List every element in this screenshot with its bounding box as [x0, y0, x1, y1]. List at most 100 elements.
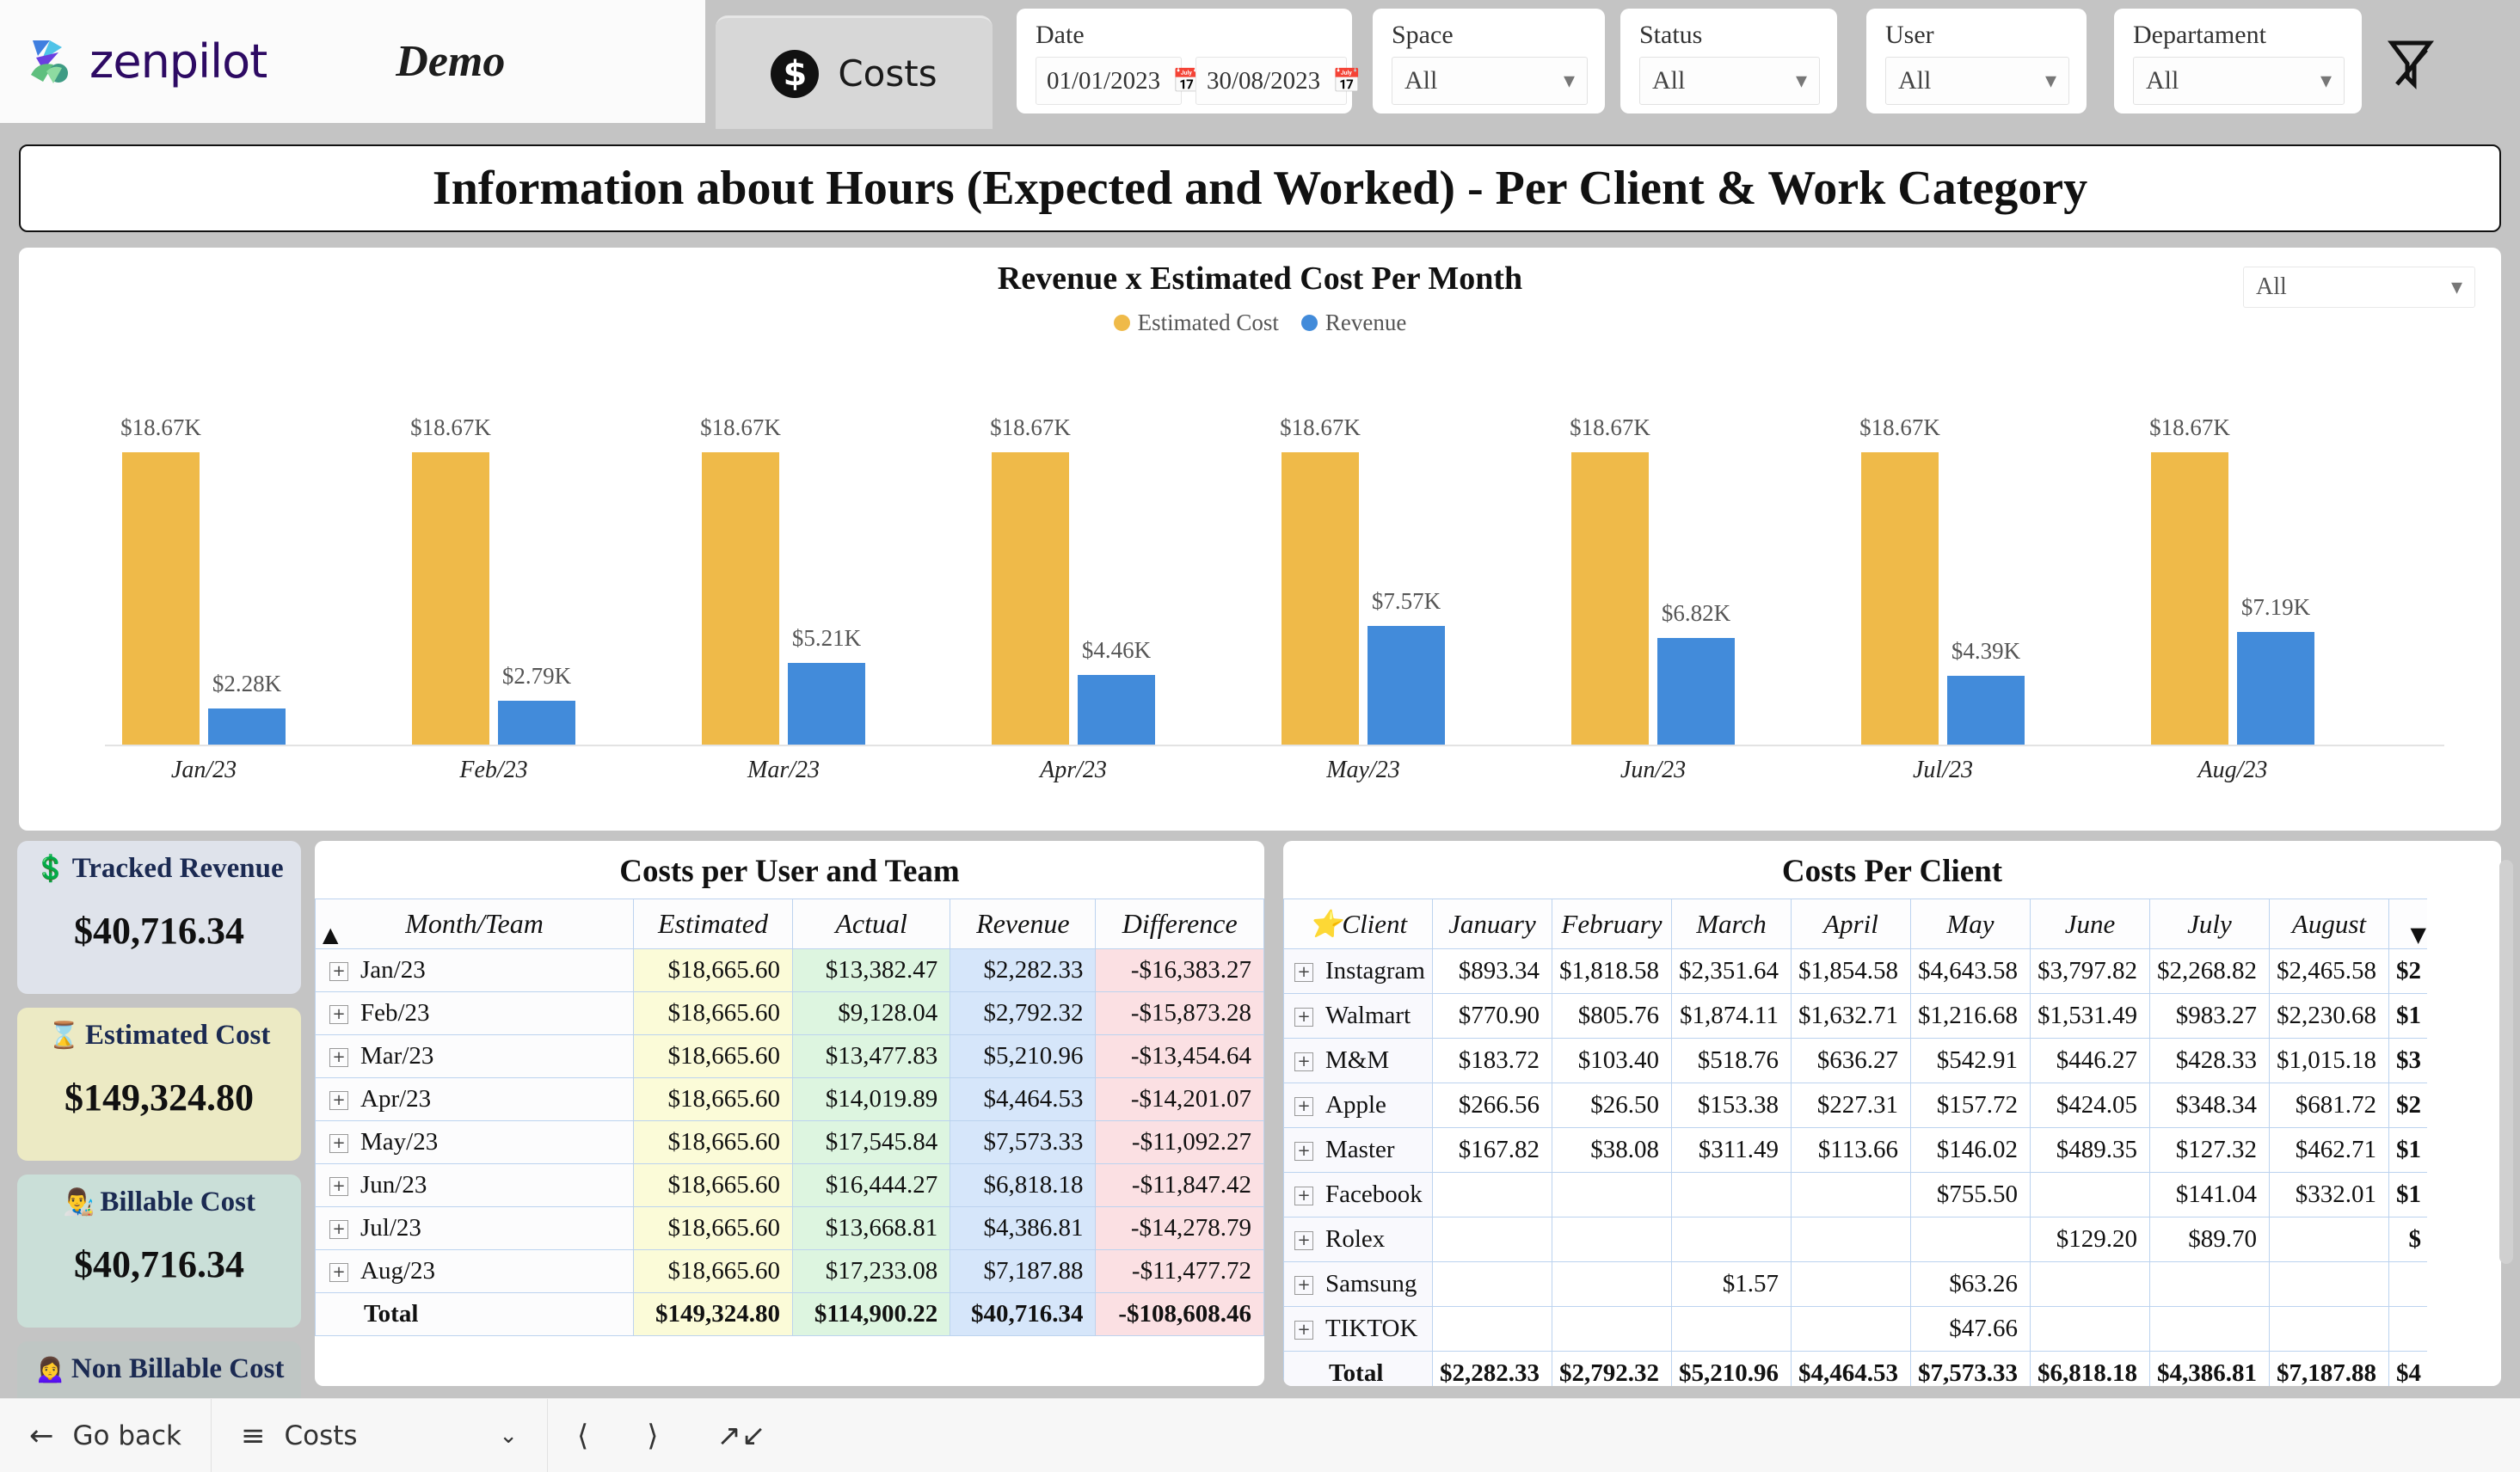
- chart-filter-select[interactable]: All ▾: [2243, 267, 2475, 308]
- bar-revenue[interactable]: $4.39K: [1947, 638, 2025, 745]
- bar-revenue[interactable]: $7.19K: [2237, 594, 2314, 745]
- clear-filter-button[interactable]: [2381, 36, 2441, 93]
- expand-icon[interactable]: +: [1294, 1187, 1313, 1206]
- expand-icon[interactable]: +: [1294, 1231, 1313, 1251]
- bar-revenue[interactable]: $4.46K: [1078, 637, 1155, 745]
- row-month[interactable]: + Apr/23: [315, 1077, 634, 1121]
- date-to-input[interactable]: 30/08/2023 📅: [1195, 57, 1361, 105]
- column-header-client[interactable]: ⭐Client: [1283, 899, 1433, 949]
- column-header-total[interactable]: ▼: [2388, 899, 2427, 949]
- prev-page-button[interactable]: ⟨: [548, 1399, 618, 1472]
- row-month[interactable]: + Jul/23: [315, 1206, 634, 1250]
- bar-estimated-cost[interactable]: $18.67K: [410, 414, 491, 745]
- row-month[interactable]: + Feb/23: [315, 991, 634, 1035]
- column-header[interactable]: May: [1909, 899, 2031, 949]
- client-table-scrollbar[interactable]: [2499, 860, 2513, 1264]
- column-header[interactable]: January: [1431, 899, 1552, 949]
- bar-estimated-cost[interactable]: $18.67K: [990, 414, 1071, 745]
- expand-icon[interactable]: +: [1294, 1008, 1313, 1027]
- expand-icon[interactable]: +: [329, 1048, 348, 1068]
- table-row[interactable]: + TIKTOK $47.66: [1283, 1306, 2427, 1352]
- page-selector[interactable]: ≡ Costs ⌄: [212, 1399, 547, 1472]
- next-page-button[interactable]: ⟩: [618, 1399, 687, 1472]
- expand-icon[interactable]: +: [1294, 1052, 1313, 1072]
- row-month[interactable]: + Jan/23: [315, 948, 634, 992]
- column-header[interactable]: Month/Team ▲: [315, 899, 634, 949]
- bar-estimated-cost[interactable]: $18.67K: [2149, 414, 2230, 745]
- expand-icon[interactable]: +: [329, 1134, 348, 1154]
- row-month[interactable]: + Jun/23: [315, 1163, 634, 1207]
- bar-estimated-cost[interactable]: $18.67K: [1570, 414, 1650, 745]
- expand-icon[interactable]: +: [329, 1177, 348, 1197]
- bar-revenue[interactable]: $2.79K: [498, 663, 575, 745]
- table-row[interactable]: + Apple $266.56 $26.50 $153.38 $227.31 $157.72…: [1283, 1083, 2427, 1128]
- tab-costs[interactable]: $ Costs: [716, 15, 993, 129]
- bar-estimated-cost[interactable]: $18.67K: [1280, 414, 1361, 745]
- column-header[interactable]: Difference: [1095, 899, 1264, 949]
- bar-revenue[interactable]: $5.21K: [788, 625, 865, 745]
- expand-icon[interactable]: +: [329, 1263, 348, 1283]
- column-header[interactable]: Estimated: [633, 899, 793, 949]
- status-select[interactable]: All ▾: [1639, 57, 1820, 105]
- expand-icon[interactable]: +: [1294, 1276, 1313, 1296]
- date-from-input[interactable]: 01/01/2023 📅: [1036, 57, 1202, 105]
- column-header[interactable]: March: [1670, 899, 1792, 949]
- collapse-button[interactable]: ↗↙: [688, 1399, 796, 1472]
- column-header[interactable]: June: [2029, 899, 2150, 949]
- column-header[interactable]: July: [2148, 899, 2270, 949]
- row-client[interactable]: + M&M: [1283, 1038, 1433, 1083]
- table-row[interactable]: + Instagram $893.34 $1,818.58 $2,351.64 $1,85…: [1283, 948, 2427, 994]
- legend-item[interactable]: Estimated Cost: [1113, 310, 1279, 336]
- table-row[interactable]: + Walmart $770.90 $805.76 $1,874.11 $1,632.71…: [1283, 993, 2427, 1039]
- column-header[interactable]: February: [1551, 899, 1672, 949]
- column-header[interactable]: Actual: [791, 899, 951, 949]
- bar-estimated-cost[interactable]: $18.67K: [700, 414, 781, 745]
- user-select[interactable]: All ▾: [1885, 57, 2069, 105]
- expand-icon[interactable]: +: [329, 1220, 348, 1240]
- space-select[interactable]: All ▾: [1392, 57, 1588, 105]
- table-row[interactable]: + Facebook $755.50 $141.04 $332.01 $1: [1283, 1172, 2427, 1217]
- table-row[interactable]: + Jan/23 $18,665.60 $13,382.47 $2,282.33 -$16…: [315, 948, 1264, 992]
- go-back-button[interactable]: ← Go back: [0, 1399, 211, 1472]
- row-client[interactable]: + Instagram: [1283, 948, 1433, 994]
- brand-logo[interactable]: zenpilot: [24, 34, 267, 89]
- expand-icon[interactable]: +: [1294, 963, 1313, 983]
- bar-estimated-cost[interactable]: $18.67K: [1859, 414, 1940, 745]
- table-row[interactable]: + Master $167.82 $38.08 $311.49 $113.66 $146.0…: [1283, 1127, 2427, 1173]
- table-row[interactable]: + Mar/23 $18,665.60 $13,477.83 $5,210.96 -$13…: [315, 1034, 1264, 1078]
- bar-revenue[interactable]: $2.28K: [208, 671, 286, 745]
- row-client[interactable]: + Samsung: [1283, 1261, 1433, 1307]
- row-client[interactable]: + Master: [1283, 1127, 1433, 1173]
- legend-item[interactable]: Revenue: [1300, 310, 1406, 336]
- bar-estimated-cost[interactable]: $18.67K: [120, 414, 201, 745]
- expand-icon[interactable]: +: [1294, 1321, 1313, 1340]
- expand-icon[interactable]: +: [329, 1005, 348, 1025]
- row-client[interactable]: + Walmart: [1283, 993, 1433, 1039]
- row-client[interactable]: + Rolex: [1283, 1217, 1433, 1262]
- table-row[interactable]: + Rolex $129.20 $89.70 $: [1283, 1217, 2427, 1262]
- row-month[interactable]: + Aug/23: [315, 1249, 634, 1293]
- row-month[interactable]: + Mar/23: [315, 1034, 634, 1078]
- bar-revenue[interactable]: $7.57K: [1368, 588, 1445, 745]
- table-row[interactable]: + Aug/23 $18,665.60 $17,233.08 $7,187.88 -$11…: [315, 1249, 1264, 1293]
- row-client[interactable]: + Facebook: [1283, 1172, 1433, 1217]
- column-header[interactable]: April: [1790, 899, 1911, 949]
- table-row[interactable]: + Jun/23 $18,665.60 $16,444.27 $6,818.18 -$11…: [315, 1163, 1264, 1207]
- bar-revenue[interactable]: $6.82K: [1657, 600, 1735, 745]
- row-month[interactable]: + May/23: [315, 1120, 634, 1164]
- table-row[interactable]: + May/23 $18,665.60 $17,545.84 $7,573.33 -$11…: [315, 1120, 1264, 1164]
- table-row[interactable]: + M&M $183.72 $103.40 $518.76 $636.27 $542.91 $…: [1283, 1038, 2427, 1083]
- expand-icon[interactable]: +: [1294, 1142, 1313, 1162]
- row-client[interactable]: + Apple: [1283, 1083, 1433, 1128]
- expand-icon[interactable]: +: [329, 1091, 348, 1111]
- table-row[interactable]: + Apr/23 $18,665.60 $14,019.89 $4,464.53 -$14…: [315, 1077, 1264, 1121]
- column-header[interactable]: August: [2268, 899, 2389, 949]
- department-select[interactable]: All ▾: [2133, 57, 2345, 105]
- row-client[interactable]: + TIKTOK: [1283, 1306, 1433, 1352]
- table-row[interactable]: + Feb/23 $18,665.60 $9,128.04 $2,792.32 -$15,…: [315, 991, 1264, 1035]
- column-header[interactable]: Revenue: [950, 899, 1097, 949]
- expand-icon[interactable]: +: [329, 962, 348, 982]
- table-row[interactable]: + Jul/23 $18,665.60 $13,668.81 $4,386.81 -$14…: [315, 1206, 1264, 1250]
- expand-icon[interactable]: +: [1294, 1097, 1313, 1117]
- table-row[interactable]: + Samsung $1.57 $63.26: [1283, 1261, 2427, 1307]
